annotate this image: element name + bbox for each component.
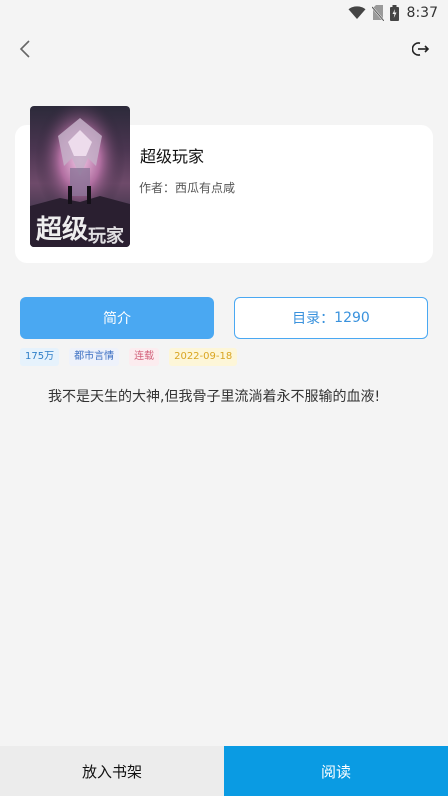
read-button[interactable]: 阅读 (224, 746, 448, 796)
book-tags: 175万 都市言情 连载 2022-09-18 (20, 348, 238, 366)
back-button[interactable] (12, 38, 38, 64)
share-button[interactable] (408, 38, 434, 64)
tab-toc-count: 1290 (334, 310, 370, 326)
tag-status: 连载 (129, 348, 160, 366)
book-intro-text: 我不是天生的大神,但我骨子里流淌着永不服输的血液! (48, 389, 381, 405)
read-label: 阅读 (320, 762, 351, 781)
no-sim-icon (371, 5, 384, 21)
book-cover-image[interactable]: 超级 玩家 (30, 106, 130, 247)
wifi-icon (348, 6, 366, 20)
status-time: 8:37 (406, 5, 438, 21)
exit-share-icon (411, 40, 430, 62)
tag-update-date: 2022-09-18 (169, 348, 238, 366)
bottom-action-bar: 放入书架 阅读 (0, 746, 448, 796)
book-author: 作者：西瓜有点咸 (139, 179, 235, 196)
svg-text:玩家: 玩家 (88, 225, 125, 247)
chevron-left-icon (19, 40, 31, 62)
tag-genre: 都市言情 (69, 348, 120, 366)
tab-table-of-contents[interactable]: 目录： 1290 (234, 297, 428, 339)
svg-text:超级: 超级 (36, 214, 88, 245)
battery-icon (389, 5, 399, 21)
add-to-shelf-button[interactable]: 放入书架 (0, 746, 224, 796)
status-bar: 8:37 (0, 0, 448, 26)
tag-word-count: 175万 (20, 348, 60, 366)
top-nav (0, 34, 448, 68)
add-to-shelf-label: 放入书架 (81, 762, 142, 781)
book-title: 超级玩家 (140, 147, 205, 166)
tab-intro-label: 简介 (103, 311, 131, 327)
author-name: 西瓜有点咸 (175, 181, 236, 195)
tab-intro[interactable]: 简介 (20, 297, 214, 339)
author-label: 作者： (139, 181, 176, 195)
tab-toc-label: 目录： (292, 311, 335, 327)
